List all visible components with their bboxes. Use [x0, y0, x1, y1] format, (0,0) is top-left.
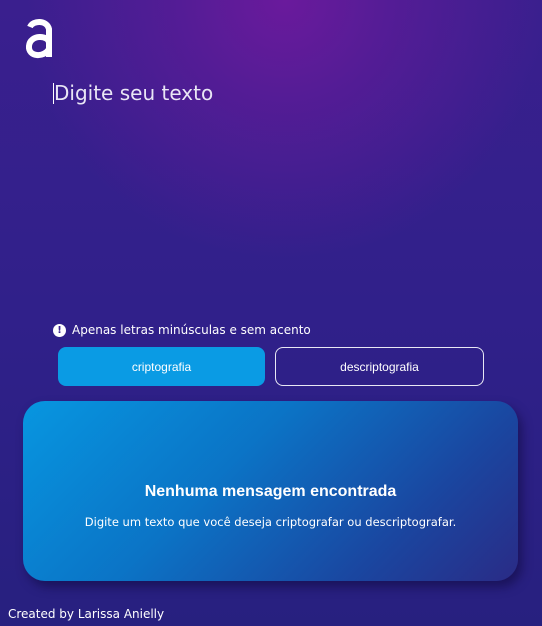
encrypt-button[interactable]: criptografia	[58, 347, 265, 386]
warning-text: Apenas letras minúsculas e sem acento	[72, 323, 311, 337]
decrypt-button[interactable]: descriptografia	[275, 347, 484, 386]
exclamation-circle-icon: !	[53, 323, 66, 337]
text-input[interactable]	[54, 80, 494, 300]
input-warning: ! Apenas letras minúsculas e sem acento	[53, 322, 311, 338]
output-panel: Nenhuma mensagem encontrada Digite um te…	[23, 401, 518, 581]
text-cursor	[53, 83, 54, 104]
footer-credit: Created by Larissa Anielly	[8, 607, 165, 621]
output-title: Nenhuma mensagem encontrada	[144, 483, 397, 500]
output-message: Digite um texto que você deseja criptogr…	[84, 515, 457, 529]
logo-icon	[26, 19, 52, 58]
